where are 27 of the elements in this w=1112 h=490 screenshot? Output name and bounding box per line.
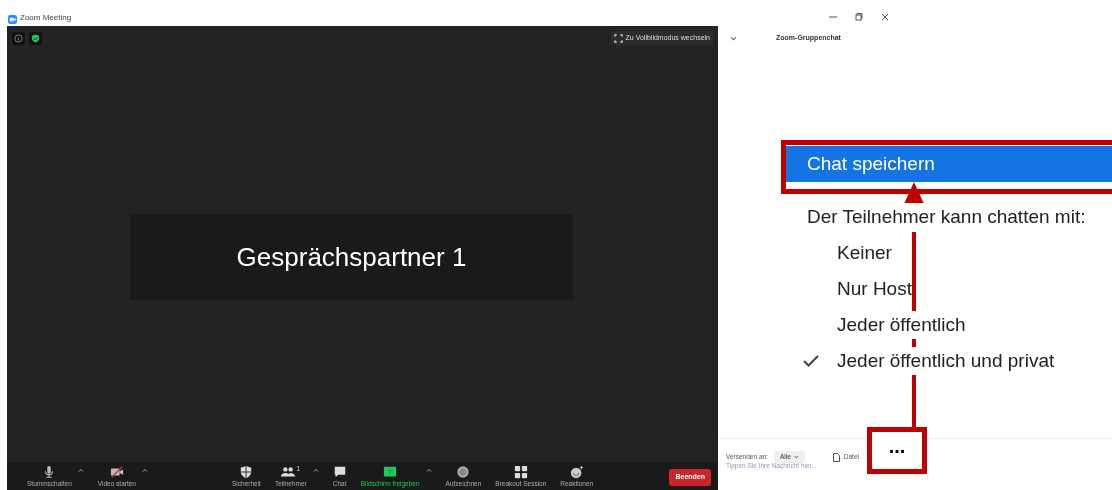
more-button[interactable]: ... — [866, 426, 927, 474]
app-logo-icon — [8, 15, 17, 24]
menu-option[interactable]: Jeder öffentlich — [837, 310, 966, 340]
menu-option[interactable]: Jeder öffentlich und privat — [837, 346, 1055, 376]
window-title: Zoom Meeting — [20, 12, 72, 24]
caret-icon[interactable] — [312, 468, 319, 473]
video-off-icon — [109, 465, 124, 479]
caret-icon[interactable] — [425, 468, 432, 473]
file-icon — [832, 452, 840, 462]
chevron-down-icon — [793, 455, 799, 459]
menu-heading: Der Teilnehmer kann chatten mit: — [807, 203, 1086, 232]
grid-icon — [513, 465, 528, 479]
chat-bubble-icon — [332, 465, 347, 479]
restore-icon[interactable] — [854, 12, 864, 22]
record-icon — [456, 465, 471, 479]
info-icon[interactable] — [12, 31, 25, 45]
shield-icon — [239, 465, 254, 479]
chevron-down-icon[interactable] — [730, 35, 737, 41]
share-screen-icon — [383, 465, 398, 479]
shield-check-icon[interactable] — [29, 31, 42, 45]
people-icon — [281, 465, 296, 479]
fullscreen-icon — [613, 33, 623, 43]
participant-name: Gesprächspartner 1 — [236, 240, 467, 274]
caret-icon[interactable] — [77, 468, 84, 473]
smiley-plus-icon — [569, 465, 584, 479]
close-icon[interactable] — [880, 12, 890, 22]
caret-icon[interactable] — [142, 468, 148, 473]
